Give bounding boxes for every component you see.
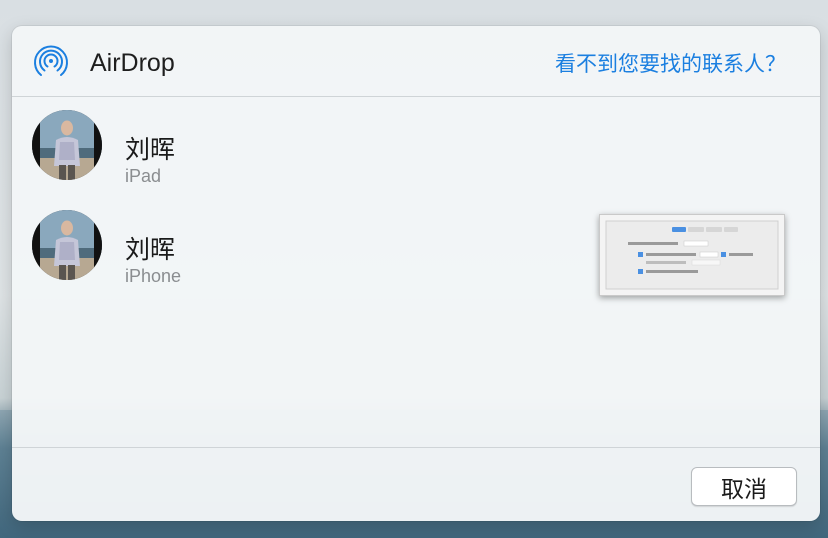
contact-name: 刘晖 bbox=[125, 235, 176, 264]
sheet-header: AirDrop 看不到您要找的联系人？ bbox=[12, 26, 820, 97]
screenshot-preview-icon bbox=[605, 220, 779, 290]
contact-device: iPhone bbox=[125, 266, 182, 286]
contact-item-iphone[interactable]: 刘晖 iPhone bbox=[30, 210, 430, 290]
footer-divider bbox=[12, 447, 820, 448]
person-photo-icon bbox=[32, 210, 102, 280]
shared-item-thumbnail bbox=[599, 214, 785, 296]
airdrop-sheet: AirDrop 看不到您要找的联系人？ 刘晖 iPad 刘晖 iPhone 取消 bbox=[12, 26, 820, 521]
cancel-button[interactable]: 取消 bbox=[691, 467, 797, 506]
avatar bbox=[32, 110, 102, 180]
person-photo-icon bbox=[32, 110, 102, 180]
missing-contact-link[interactable]: 看不到您要找的联系人？ bbox=[555, 48, 786, 78]
contact-name: 刘晖 bbox=[125, 135, 176, 164]
airdrop-icon bbox=[34, 45, 68, 76]
contact-item-ipad[interactable]: 刘晖 iPad bbox=[30, 110, 430, 190]
contact-device: iPad bbox=[125, 166, 162, 186]
sheet-title: AirDrop bbox=[90, 49, 175, 77]
avatar bbox=[32, 210, 102, 280]
